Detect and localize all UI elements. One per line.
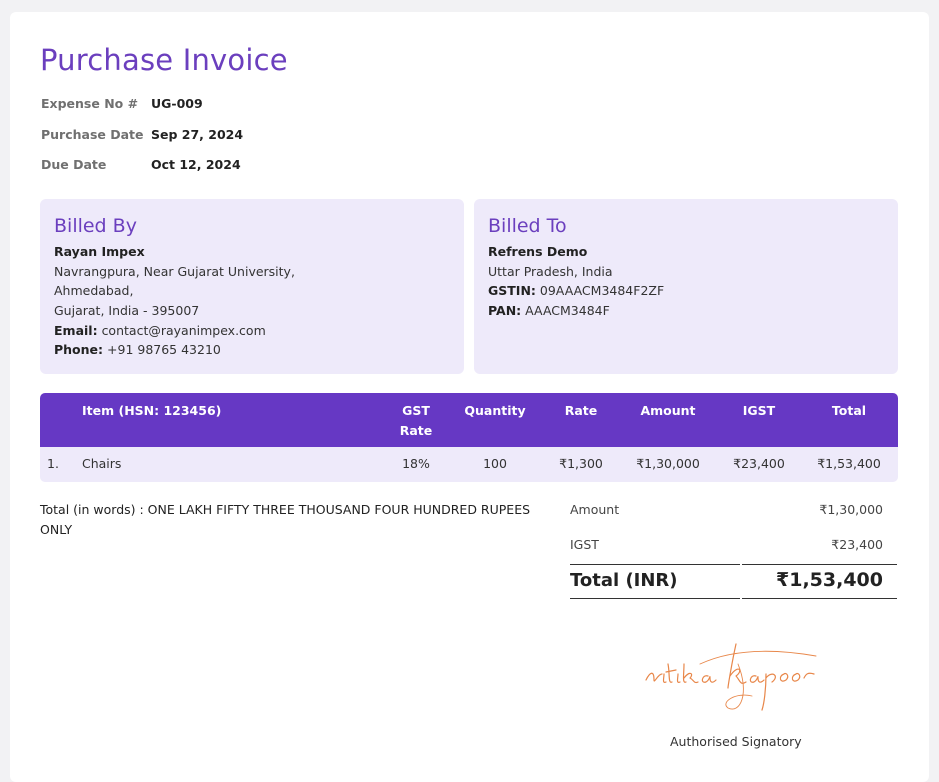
divider — [570, 564, 740, 565]
email-label: Email: — [54, 323, 98, 338]
items-table-header: Item (HSN: 123456) GST Rate Quantity Rat… — [40, 393, 898, 447]
gstin-label: GSTIN: — [488, 283, 536, 298]
table-row: 1. Chairs 18% 100 ₹1,300 ₹1,30,000 ₹23,4… — [40, 447, 898, 482]
billed-by-address-line: Ahmedabad, — [54, 283, 134, 298]
billed-to-heading: Billed To — [488, 215, 567, 237]
billed-by-email: Email: contact@rayanimpex.com — [54, 323, 266, 338]
summary-amount-value: ₹1,30,000 — [819, 502, 883, 517]
phone-label: Phone: — [54, 342, 104, 357]
total-in-words-line: ONLY — [40, 522, 73, 537]
billed-by-address-line: Gujarat, India - 395007 — [54, 303, 200, 318]
summary-amount-label: Amount — [570, 502, 620, 517]
row-number: 1. — [47, 456, 59, 471]
billed-by-box: Billed By Rayan Impex Navrangpura, Near … — [40, 199, 464, 374]
col-header-total: Total — [831, 403, 867, 418]
col-header-gst-rate: GST Rate — [390, 401, 442, 441]
billed-by-address-line: Navrangpura, Near Gujarat University, — [54, 264, 295, 279]
billed-to-box: Billed To Refrens Demo Uttar Pradesh, In… — [474, 199, 898, 374]
billed-by-phone: Phone: +91 98765 43210 — [54, 342, 221, 357]
divider — [742, 598, 897, 599]
billed-to-pan: PAN: AAACM3484F — [488, 303, 610, 318]
email-value: contact@rayanimpex.com — [101, 323, 266, 338]
billed-to-address-line: Uttar Pradesh, India — [488, 264, 613, 279]
summary-igst-label: IGST — [570, 537, 599, 552]
row-item: Chairs — [82, 456, 122, 471]
billed-to-name: Refrens Demo — [488, 244, 588, 259]
col-header-quantity: Quantity — [464, 403, 526, 418]
authorised-signatory-label: Authorised Signatory — [670, 734, 802, 749]
billed-by-heading: Billed By — [54, 215, 137, 237]
meta-value: UG-009 — [151, 96, 203, 111]
row-rate: ₹1,300 — [559, 456, 603, 471]
col-header-gst-line: GST — [402, 403, 430, 418]
invoice-card: Purchase Invoice Expense No # UG-009 Pur… — [10, 12, 929, 782]
summary-total-value: ₹1,53,400 — [776, 569, 883, 591]
row-total: ₹1,53,400 — [817, 456, 881, 471]
row-quantity: 100 — [483, 456, 507, 471]
divider — [742, 564, 897, 565]
meta-label: Expense No # — [41, 96, 139, 111]
phone-value: +91 98765 43210 — [107, 342, 221, 357]
meta-label: Purchase Date — [41, 127, 144, 142]
total-in-words: Total (in words) : ONE LAKH FIFTY THREE … — [40, 500, 540, 540]
billed-to-gstin: GSTIN: 09AAACM3484F2ZF — [488, 283, 664, 298]
row-amount: ₹1,30,000 — [636, 456, 700, 471]
pan-value: AAACM3484F — [525, 303, 610, 318]
meta-label: Due Date — [41, 157, 107, 172]
summary-igst-value: ₹23,400 — [831, 537, 883, 552]
page-title: Purchase Invoice — [40, 43, 288, 77]
meta-value: Sep 27, 2024 — [151, 127, 244, 142]
meta-value: Oct 12, 2024 — [151, 157, 241, 172]
divider — [570, 598, 740, 599]
col-header-item: Item (HSN: 123456) — [82, 403, 222, 418]
row-igst: ₹23,400 — [733, 456, 785, 471]
billed-by-name: Rayan Impex — [54, 244, 145, 259]
col-header-rate: Rate — [564, 403, 598, 418]
total-in-words-line: Total (in words) : ONE LAKH FIFTY THREE … — [40, 502, 531, 517]
signature-image — [645, 643, 817, 711]
summary-total-label: Total (INR) — [570, 570, 678, 591]
col-header-igst: IGST — [742, 403, 776, 418]
col-header-amount: Amount — [640, 403, 696, 418]
col-header-rate-line: Rate — [399, 423, 433, 438]
pan-label: PAN: — [488, 303, 522, 318]
gstin-value: 09AAACM3484F2ZF — [539, 283, 665, 298]
row-gst-rate: 18% — [402, 456, 430, 471]
